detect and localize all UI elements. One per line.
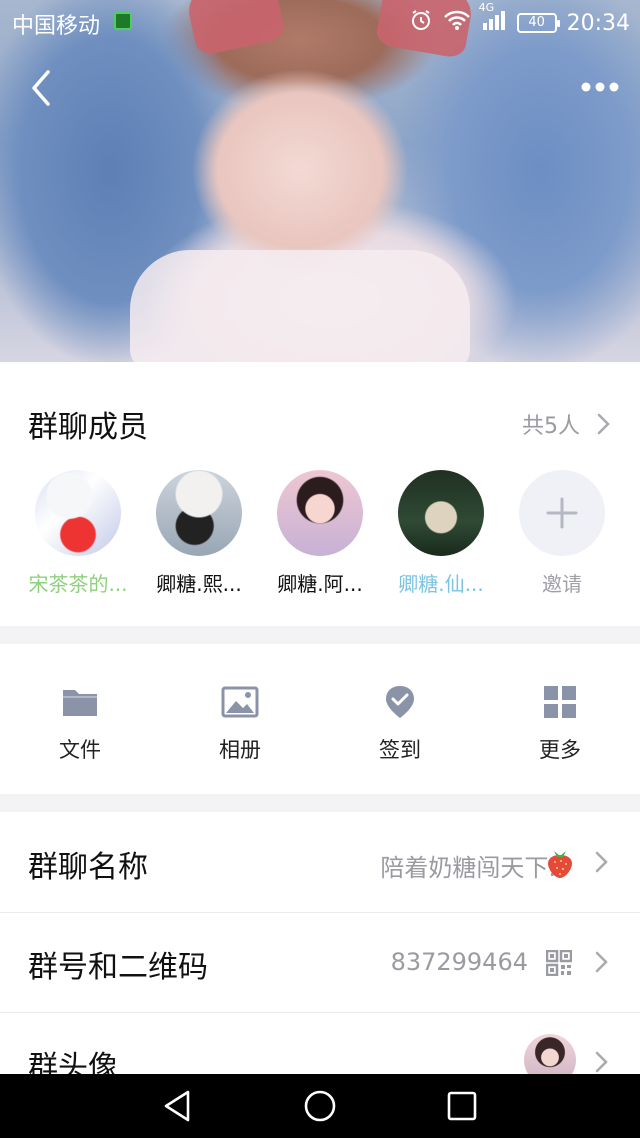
member-item[interactable]: 卿糖.阿...: [270, 470, 370, 597]
member-name: 卿糖.阿...: [277, 572, 363, 596]
network-type: 4G: [478, 1, 495, 14]
status-bar: 中国移动 4G 40 20:34: [0, 0, 640, 44]
members-count: 共5人: [522, 414, 580, 439]
avatar: [35, 470, 121, 556]
avatar: [156, 470, 242, 556]
grid-icon: [544, 686, 576, 718]
qr-code-icon: [546, 950, 572, 976]
nav-recents-button[interactable]: [444, 1088, 480, 1124]
wifi-icon: [443, 9, 471, 37]
member-name: 卿糖.熙...: [156, 572, 242, 596]
member-item[interactable]: 宋茶茶的...: [28, 470, 128, 597]
more-label: 更多: [539, 738, 581, 762]
invite-button[interactable]: 邀请: [512, 470, 612, 597]
more-button[interactable]: 更多: [500, 684, 620, 764]
group-name-row[interactable]: 群聊名称 陪着奶糖闯天下.: [0, 812, 640, 912]
members-section: 群聊成员 共5人 宋茶茶的... 卿糖.熙... 卿糖.阿... 卿糖.仙...…: [0, 362, 640, 626]
cover-hands: [130, 250, 470, 362]
album-button[interactable]: 相册: [180, 684, 300, 764]
nav-home-button[interactable]: [302, 1088, 338, 1124]
member-name: 宋茶茶的...: [28, 572, 128, 596]
back-button[interactable]: [26, 66, 66, 110]
group-number-value: 837299464: [390, 948, 528, 976]
files-button[interactable]: 文件: [20, 684, 140, 764]
plus-icon: [519, 470, 605, 556]
folder-icon: [63, 690, 97, 716]
group-avatar-row[interactable]: 群头像: [0, 1012, 640, 1074]
clock: 20:34: [566, 10, 630, 36]
strawberry-icon: [548, 851, 572, 878]
ellipsis-icon: [581, 82, 619, 92]
alarm-icon: [409, 8, 433, 38]
chevron-right-icon: [595, 1051, 608, 1073]
more-options-button[interactable]: [578, 72, 622, 102]
nav-back-button[interactable]: [160, 1088, 196, 1124]
member-name: 卿糖.仙...: [398, 572, 484, 596]
carrier-name: 中国移动: [12, 14, 101, 39]
group-cover-image: [0, 0, 640, 362]
checkin-label: 签到: [379, 738, 421, 762]
checkin-icon: [386, 686, 414, 718]
battery-icon: 40: [516, 13, 560, 33]
group-name-value: 陪着奶糖闯天下.: [380, 854, 556, 882]
chevron-right-icon: [595, 851, 608, 873]
files-label: 文件: [59, 738, 101, 762]
members-title: 群聊成员: [28, 410, 148, 445]
group-avatar-label: 群头像: [28, 1050, 118, 1074]
image-icon: [221, 686, 259, 718]
invite-label: 邀请: [542, 572, 582, 596]
quick-actions: 文件 相册 签到 更多: [0, 644, 640, 794]
sim-icon: [114, 12, 132, 30]
member-item[interactable]: 卿糖.仙...: [391, 470, 491, 597]
system-navigation-bar: [0, 1074, 640, 1138]
group-avatar-image: [524, 1034, 576, 1074]
group-number-label: 群号和二维码: [28, 950, 208, 985]
checkin-button[interactable]: 签到: [340, 684, 460, 764]
group-name-label: 群聊名称: [28, 850, 148, 885]
member-item[interactable]: 卿糖.熙...: [149, 470, 249, 597]
chevron-left-icon: [32, 70, 50, 106]
group-settings-list: 群聊名称 陪着奶糖闯天下. 群号和二维码 837299464 群头像: [0, 812, 640, 1074]
signal-icon: 4G: [479, 1, 507, 37]
chevron-right-icon: [597, 413, 610, 435]
chevron-right-icon: [595, 951, 608, 973]
avatar: [398, 470, 484, 556]
avatar: [277, 470, 363, 556]
group-number-row[interactable]: 群号和二维码 837299464: [0, 912, 640, 1012]
album-label: 相册: [219, 738, 261, 762]
